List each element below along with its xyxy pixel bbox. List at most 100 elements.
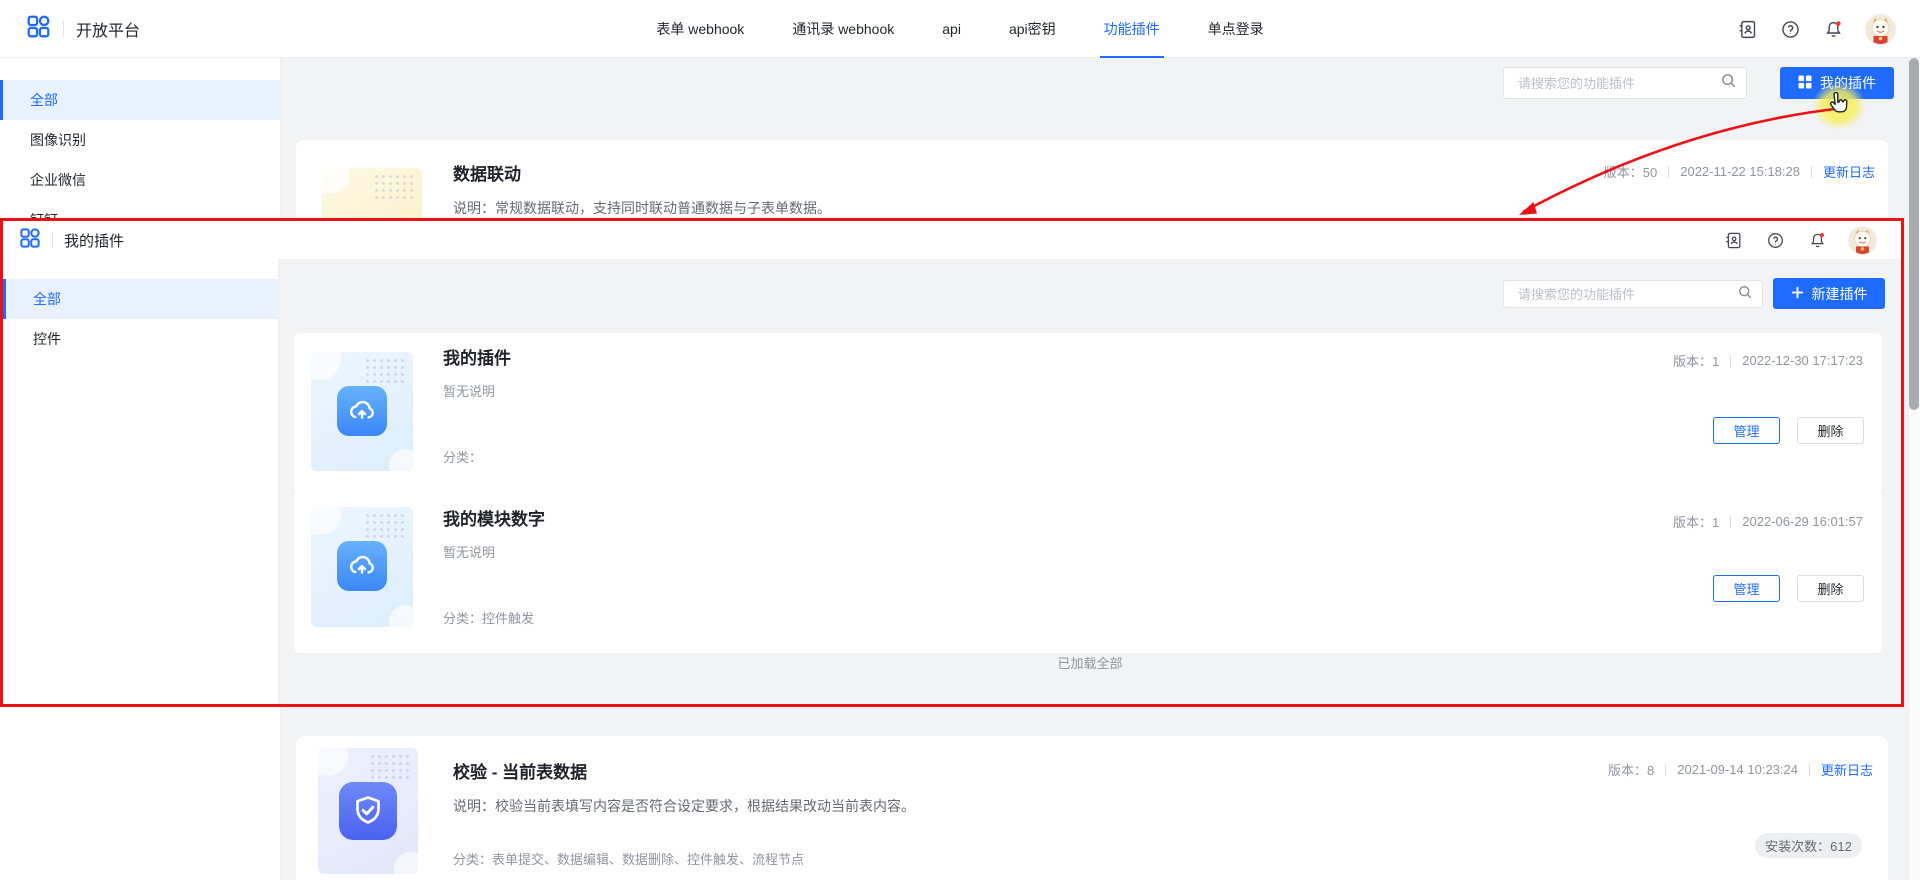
tile-deco-bubble [389, 449, 413, 471]
bell-icon[interactable] [1822, 18, 1844, 40]
meta-separator [1665, 764, 1666, 776]
plugin-updated: 2022-06-29 16:01:57 [1742, 514, 1863, 529]
nav-api[interactable]: api [942, 0, 961, 58]
sidebar-item-image-recognition[interactable]: 图像识别 [0, 120, 280, 160]
tile-deco-bubble [389, 605, 413, 627]
tile-deco-dots [373, 173, 417, 203]
sidebar-item-wecom[interactable]: 企业微信 [0, 160, 280, 200]
meta-separator [1730, 355, 1731, 367]
overlay-brand: 我的插件 [19, 221, 124, 259]
plugin-description: 说明：常规数据联动，支持同时联动普通数据与子表单数据。 [453, 198, 831, 218]
tile-deco-bubble [311, 507, 341, 535]
plugin-version: 版本：8 [1608, 760, 1654, 779]
tile-deco-dots [369, 753, 413, 783]
plugin-meta: 版本：1 2022-06-29 16:01:57 [1673, 512, 1863, 531]
plugin-title: 我的模块数字 [443, 505, 545, 530]
overlay-icon-group [1722, 221, 1877, 259]
overlay-title: 我的插件 [64, 230, 124, 251]
scrollbar-track[interactable] [1908, 58, 1920, 880]
tile-deco-dots [364, 512, 408, 542]
plugin-version: 版本：1 [1673, 512, 1719, 531]
plugin-description: 暂无说明 [443, 381, 495, 400]
tile-deco-bubble [394, 852, 418, 874]
plugin-updated: 2022-12-30 17:17:23 [1742, 353, 1863, 368]
nav-function-plugins[interactable]: 功能插件 [1104, 0, 1160, 58]
plugin-meta: 版本：50 2022-11-22 15:18:28 更新日志 [1604, 162, 1875, 181]
scrollbar-thumb[interactable] [1909, 58, 1919, 410]
overlay-sidebar: 全部 控件 [3, 259, 279, 704]
meta-separator [1809, 764, 1810, 776]
overlay-sidebar-item-all[interactable]: 全部 [3, 279, 278, 319]
plugin-category: 分类：表单提交、数据编辑、数据删除、控件触发、流程节点 [453, 849, 804, 868]
plugin-category: 分类： [443, 447, 482, 466]
overlay-search [1503, 280, 1763, 308]
plugin-card-validate: 校验 - 当前表数据 说明：校验当前表填写内容是否符合设定要求，根据结果改动当前… [296, 736, 1888, 896]
nav-contacts-webhook[interactable]: 通讯录 webhook [792, 0, 894, 58]
changelog-link[interactable]: 更新日志 [1821, 760, 1873, 779]
cloud-upload-icon [337, 541, 387, 591]
tile-deco-bubble [322, 168, 350, 194]
user-avatar[interactable] [1865, 14, 1896, 45]
my-plugins-screenshot-overlay: 我的插件 [0, 218, 1904, 707]
plugin-updated: 2022-11-22 15:18:28 [1680, 164, 1800, 179]
search-icon[interactable] [1737, 284, 1753, 305]
overlay-plugin-card-2: 我的模块数字 暂无说明 分类：控件触发 版本：1 2022-06-29 16:0… [294, 491, 1882, 653]
brand-divider [52, 232, 53, 248]
plugin-version: 版本：50 [1604, 162, 1657, 181]
tile-deco-bubble [311, 352, 341, 380]
overlay-search-input[interactable] [1516, 286, 1737, 303]
plugin-title: 数据联动 [453, 160, 521, 185]
plugin-title: 校验 - 当前表数据 [453, 758, 587, 783]
tile-deco-bubble [318, 748, 348, 776]
new-plugin-button-label: 新建插件 [1812, 284, 1868, 304]
plugin-tile [318, 748, 418, 874]
plugin-title: 我的插件 [443, 344, 511, 369]
overlay-sidebar-item-widget[interactable]: 控件 [3, 319, 278, 359]
plugin-category: 分类：控件触发 [443, 608, 534, 627]
main-nav: 表单 webhook 通讯录 webhook api api密钥 功能插件 单点… [0, 0, 1920, 58]
plugin-updated: 2021-09-14 10:23:24 [1677, 762, 1798, 777]
changelog-link[interactable]: 更新日志 [1823, 162, 1875, 181]
delete-button[interactable]: 删除 [1797, 417, 1864, 444]
outer-search [1503, 67, 1747, 99]
bell-icon[interactable] [1806, 229, 1828, 251]
meta-separator [1668, 166, 1669, 178]
outer-search-input[interactable] [1516, 75, 1720, 92]
loaded-all-text: 已加载全部 [279, 653, 1901, 672]
topbar-icon-group [1736, 0, 1896, 58]
delete-button[interactable]: 删除 [1797, 575, 1864, 602]
nav-form-webhook[interactable]: 表单 webhook [656, 0, 744, 58]
nav-sso[interactable]: 单点登录 [1208, 0, 1264, 58]
plugin-description: 说明：校验当前表填写内容是否符合设定要求，根据结果改动当前表内容。 [453, 796, 915, 816]
hand-cursor [1824, 92, 1850, 125]
install-count-badge: 安装次数：612 [1755, 833, 1862, 858]
user-avatar[interactable] [1848, 226, 1877, 255]
grid-icon [1798, 75, 1812, 92]
help-icon[interactable] [1779, 18, 1801, 40]
help-icon[interactable] [1764, 229, 1786, 251]
tile-deco-dots [364, 357, 408, 387]
sidebar-item-all[interactable]: 全部 [0, 80, 280, 120]
meta-separator [1811, 166, 1812, 178]
plugin-description: 暂无说明 [443, 542, 495, 561]
plugin-version: 版本：1 [1673, 351, 1719, 370]
shield-check-icon [339, 782, 397, 840]
app-grid-logo-icon[interactable] [19, 227, 41, 254]
plugin-meta: 版本：1 2022-12-30 17:17:23 [1673, 351, 1863, 370]
contacts-icon[interactable] [1722, 229, 1744, 251]
manage-button[interactable]: 管理 [1713, 575, 1780, 602]
manage-button[interactable]: 管理 [1713, 417, 1780, 444]
search-icon[interactable] [1720, 72, 1737, 94]
plugin-meta: 版本：8 2021-09-14 10:23:24 更新日志 [1608, 760, 1873, 779]
overlay-header: 我的插件 [3, 221, 1901, 260]
contacts-icon[interactable] [1736, 18, 1758, 40]
new-plugin-button[interactable]: 新建插件 [1773, 278, 1885, 309]
meta-separator [1730, 516, 1731, 528]
nav-api-key[interactable]: api密钥 [1009, 0, 1056, 58]
cloud-upload-icon [337, 386, 387, 436]
plus-icon [1791, 286, 1804, 302]
plugin-tile [311, 352, 413, 471]
plugin-tile [311, 507, 413, 627]
overlay-plugin-card-1: 我的插件 暂无说明 分类： 版本：1 2022-12-30 17:17:23 管… [294, 333, 1882, 494]
top-app-bar: 开放平台 表单 webhook 通讯录 webhook api api密钥 功能… [0, 0, 1920, 58]
